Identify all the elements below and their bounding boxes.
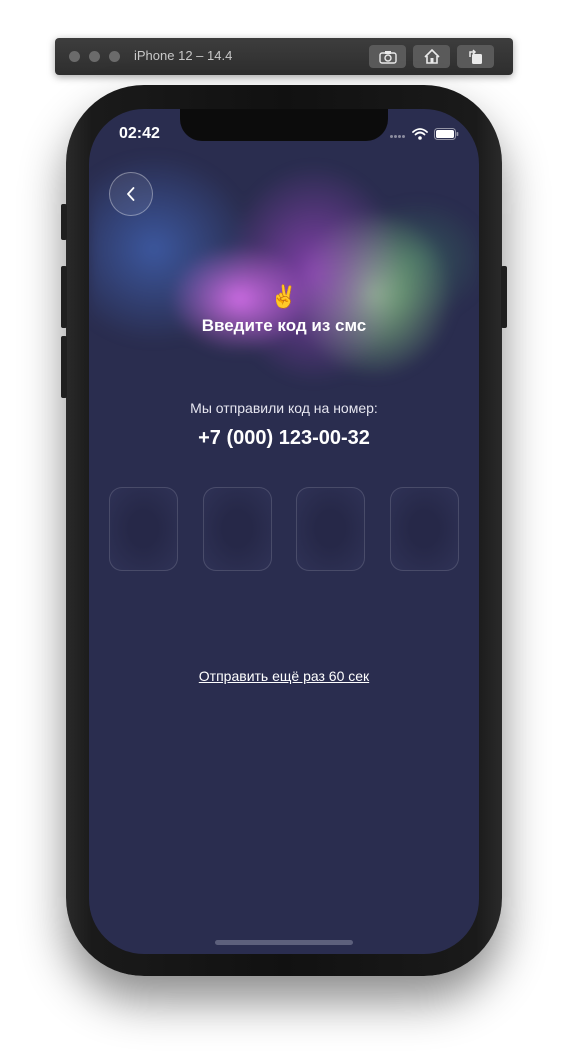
home-icon [423,49,440,64]
simulator-window: iPhone 12 – 14.4 02:42 ✌️ Введите код из… [0,0,568,1051]
phone-number: +7 (000) 123-00-32 [198,427,370,449]
code-digit-input-2[interactable] [203,487,272,571]
minimize-window-button[interactable] [89,51,100,62]
resend-code-link[interactable]: Отправить ещё раз 60 сек [89,668,479,684]
wifi-icon [412,128,428,140]
screenshot-icon [378,50,397,64]
volume-down-button [61,336,67,398]
zoom-window-button[interactable] [109,51,120,62]
volume-up-button [61,266,67,328]
sent-code-label: Мы отправили код на номер: [190,400,378,416]
code-digit-input-3[interactable] [296,487,365,571]
notch [180,109,388,141]
code-digit-input-4[interactable] [390,487,459,571]
battery-icon [434,128,459,140]
home-indicator[interactable] [215,940,353,945]
gradient-glow [89,109,479,449]
chevron-left-icon [127,187,135,201]
simulator-title: iPhone 12 – 14.4 [134,48,233,63]
power-button [501,266,507,328]
signal-icon [390,125,406,143]
simulator-toolbar: iPhone 12 – 14.4 [55,38,513,75]
status-icons [390,125,459,143]
back-button[interactable] [109,172,153,216]
mute-switch [61,204,67,240]
screenshot-button[interactable] [369,45,406,68]
rotate-icon [468,48,482,64]
home-button[interactable] [413,45,450,68]
victory-hand-emoji: ✌️ [270,284,298,309]
status-time: 02:42 [119,125,160,142]
rotate-button[interactable] [457,45,494,68]
page-title: Введите код из смс [201,316,367,335]
close-window-button[interactable] [69,51,80,62]
app-screen: 02:42 ✌️ Введите код из смс Мы отправили… [89,109,479,954]
code-digit-input-1[interactable] [109,487,178,571]
